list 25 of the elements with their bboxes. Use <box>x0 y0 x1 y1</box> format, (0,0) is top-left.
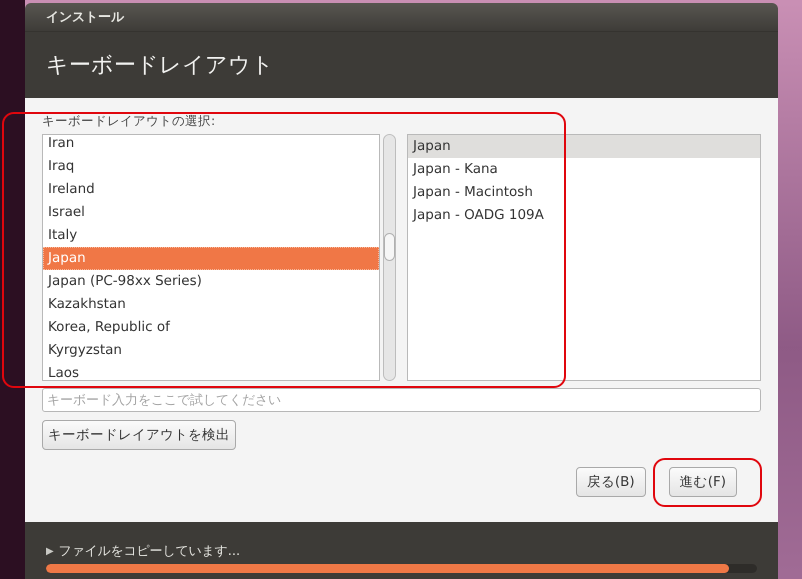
next-button[interactable]: 進む(F) <box>668 467 737 497</box>
layout-item[interactable]: Laos <box>43 362 379 380</box>
expander-arrow[interactable]: ▶ <box>46 546 54 556</box>
section-label: キーボードレイアウトの選択: <box>42 114 216 130</box>
variant-item[interactable]: Japan - Kana <box>408 158 760 181</box>
scrollbar-thumb[interactable] <box>384 233 395 261</box>
page-title: キーボードレイアウト <box>46 52 274 80</box>
input-field[interactable]: キーボード入力をここで試してください <box>42 388 761 412</box>
layout-item[interactable]: Kazakhstan <box>43 293 379 316</box>
window-title: インストール <box>46 9 124 26</box>
layout-item[interactable]: Iraq <box>43 155 379 178</box>
layout-item[interactable]: Kyrgyzstan <box>43 339 379 362</box>
variant-item[interactable]: Japan - OADG 109A <box>408 204 760 227</box>
status-text: ファイルをコピーしています... <box>58 543 240 560</box>
detect-button[interactable]: キーボードレイアウトを検出 <box>42 420 236 450</box>
scrollbar[interactable] <box>383 134 396 381</box>
variant-item[interactable]: Japan - Macintosh <box>408 181 760 204</box>
layout-item[interactable]: Iran <box>43 135 379 155</box>
layout-item[interactable]: Japan (PC-98xx Series) <box>43 270 379 293</box>
layout-item[interactable]: Korea, Republic of <box>43 316 379 339</box>
layout-item[interactable]: Ireland <box>43 178 379 201</box>
back-button[interactable]: 戻る(B) <box>576 467 646 497</box>
variant-item[interactable]: Japan <box>408 135 760 158</box>
layout-item[interactable]: Israel <box>43 201 379 224</box>
layout-item[interactable]: Italy <box>43 224 379 247</box>
